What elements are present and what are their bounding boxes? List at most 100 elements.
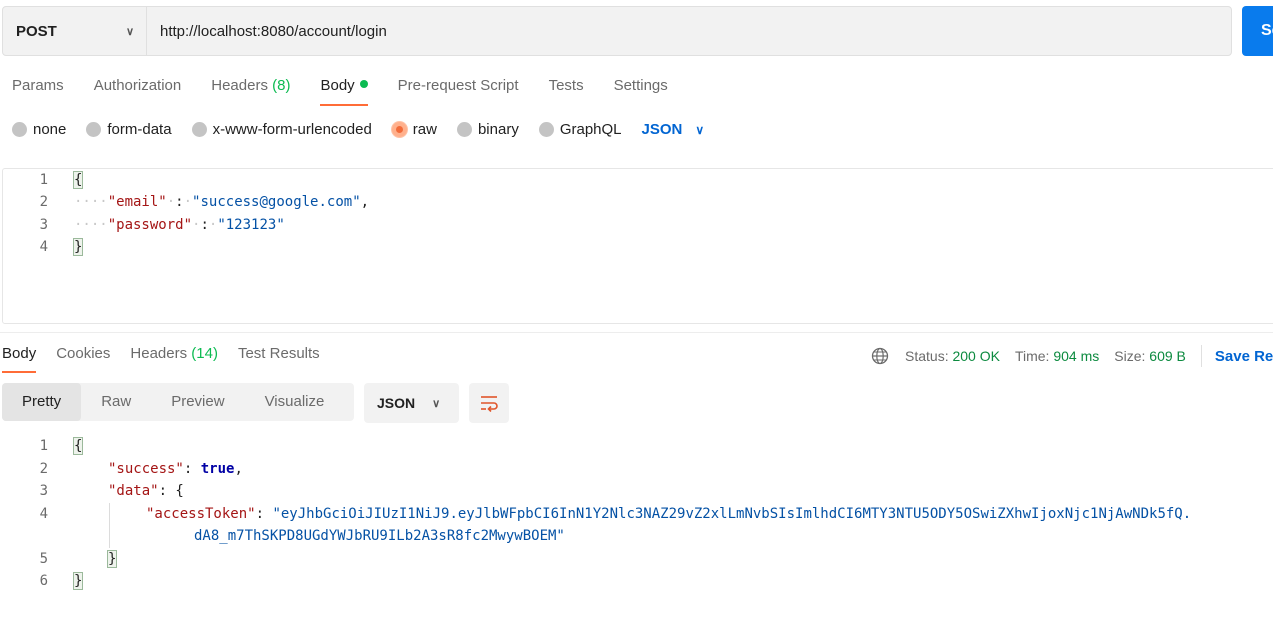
- tab-label: Pre-request Script: [397, 77, 519, 94]
- send-button[interactable]: Send: [1242, 6, 1273, 56]
- chevron-down-icon: ∨: [432, 397, 441, 410]
- tab-response-headers[interactable]: Headers (14): [130, 345, 218, 373]
- success-value: true: [200, 461, 235, 477]
- open-brace: {: [72, 437, 84, 455]
- radio-form-data[interactable]: form-data: [86, 121, 172, 138]
- code-line: {: [72, 169, 84, 191]
- time-label: Time:: [1014, 348, 1050, 364]
- tab-test-results[interactable]: Test Results: [238, 345, 320, 373]
- chevron-down-icon: ∨: [695, 122, 705, 137]
- radio-label: none: [33, 121, 67, 138]
- radio-button[interactable]: [538, 122, 554, 137]
- code-line: ····"email"·:·"success@google.com",: [74, 194, 370, 210]
- tab-label: Body: [320, 77, 355, 94]
- success-key: "success": [108, 461, 184, 477]
- data-key: "data": [108, 483, 159, 499]
- tab-label: Authorization: [93, 77, 182, 94]
- radio-button[interactable]: [191, 122, 207, 137]
- time-info[interactable]: Time: 904 ms: [1015, 348, 1099, 364]
- tab-tests[interactable]: Tests: [549, 76, 584, 106]
- tab-body[interactable]: Body: [320, 76, 368, 106]
- code-line: }: [72, 570, 84, 592]
- radio-label: binary: [477, 121, 519, 138]
- line-number: 4: [39, 506, 48, 522]
- request-tabs: Params Authorization Headers (8) Body Pr…: [12, 76, 698, 106]
- size-info[interactable]: Size: 609 B: [1114, 348, 1186, 364]
- line-number: 1: [39, 172, 48, 188]
- size-label: Size:: [1114, 348, 1146, 364]
- code-line: "accessToken": "eyJhbGciOiJIUzI1NiJ9.eyJ…: [146, 506, 1192, 522]
- access-token-value-part2: dA8_m7ThSKPD8UGdYWJbRU9ILb2A3sR8fc2MwywB…: [194, 528, 565, 544]
- radio-button[interactable]: [12, 122, 27, 137]
- method-label: POST: [16, 22, 57, 40]
- radio-label: raw: [412, 121, 437, 138]
- view-tab-pretty[interactable]: Pretty: [2, 383, 82, 421]
- request-url-bar: POST ∨ http://localhost:8080/account/log…: [2, 6, 1232, 56]
- status-label: Status:: [905, 348, 949, 364]
- line-number: 3: [39, 217, 48, 233]
- indent-guide: [109, 503, 110, 548]
- tab-authorization[interactable]: Authorization: [94, 76, 182, 106]
- chevron-down-icon: ∨: [125, 25, 134, 38]
- view-tab-preview[interactable]: Preview: [151, 383, 244, 421]
- email-value: "success@google.com": [192, 194, 361, 210]
- divider: [1200, 345, 1202, 367]
- view-tab-raw[interactable]: Raw: [81, 383, 151, 421]
- tab-response-body[interactable]: Body: [2, 345, 37, 373]
- radio-button-selected[interactable]: [391, 122, 407, 137]
- url-text: http://localhost:8080/account/login: [160, 22, 387, 40]
- tab-label: Params: [12, 77, 64, 94]
- response-format-select[interactable]: JSON ∨: [364, 383, 459, 423]
- radio-graphql[interactable]: GraphQL: [538, 121, 622, 138]
- save-response-button[interactable]: Save Response: [1215, 348, 1273, 365]
- tab-pre-request-script[interactable]: Pre-request Script: [398, 76, 519, 106]
- format-label: JSON: [377, 395, 416, 411]
- tab-label: Body: [2, 345, 37, 362]
- status-info[interactable]: Status: 200 OK: [905, 348, 1000, 364]
- response-header-bar: Body Cookies Headers (14) Test Results S…: [0, 332, 1273, 373]
- radio-urlencoded[interactable]: x-www-form-urlencoded: [191, 121, 372, 138]
- headers-count: (8): [272, 77, 291, 94]
- code-line: dA8_m7ThSKPD8UGdYWJbRU9ILb2A3sR8fc2MwywB…: [194, 525, 565, 547]
- view-tab-visualize[interactable]: Visualize: [245, 383, 345, 421]
- tab-params[interactable]: Params: [12, 76, 64, 106]
- globe-icon[interactable]: [871, 347, 889, 365]
- tab-label: Settings: [613, 77, 668, 94]
- open-brace: {: [72, 171, 84, 189]
- password-value: "123123": [217, 217, 285, 233]
- method-select[interactable]: POST ∨: [3, 7, 147, 55]
- response-view-tabs: Pretty Raw Preview Visualize: [2, 383, 354, 421]
- access-token-value-part1: "eyJhbGciOiJIUzI1NiJ9.eyJlbWFpbCI6InN1Y2…: [272, 506, 1192, 522]
- code-line: }: [72, 236, 84, 258]
- line-number: 5: [39, 551, 48, 567]
- radio-button[interactable]: [456, 122, 472, 137]
- close-brace: }: [72, 238, 84, 256]
- body-type-options: none form-data x-www-form-urlencoded raw…: [12, 121, 704, 138]
- size-value: 609 B: [1149, 348, 1186, 364]
- tab-settings[interactable]: Settings: [614, 76, 668, 106]
- radio-none[interactable]: none: [12, 121, 66, 138]
- tab-cookies[interactable]: Cookies: [56, 345, 110, 373]
- close-brace: }: [72, 572, 84, 590]
- line-number: 4: [39, 239, 48, 255]
- tab-label: Test Results: [237, 345, 320, 362]
- radio-binary[interactable]: binary: [456, 121, 519, 138]
- line-number: 1: [39, 438, 48, 454]
- code-line: "data": {: [108, 483, 184, 499]
- send-label: Send: [1261, 22, 1273, 39]
- line-number: 2: [39, 461, 48, 477]
- line-number: 2: [39, 194, 48, 210]
- tab-label: Tests: [548, 77, 584, 94]
- wrap-lines-icon: [481, 396, 498, 412]
- response-tabs: Body Cookies Headers (14) Test Results: [2, 345, 340, 373]
- body-language-select[interactable]: JSON ∨: [642, 121, 705, 138]
- wrap-lines-button[interactable]: [469, 383, 509, 423]
- radio-button[interactable]: [86, 122, 102, 137]
- email-key: "email": [107, 194, 167, 210]
- code-line: {: [72, 435, 84, 457]
- tab-label: Cookies: [56, 345, 111, 362]
- tab-headers[interactable]: Headers (8): [211, 76, 290, 106]
- url-input[interactable]: http://localhost:8080/account/login: [147, 7, 1231, 55]
- radio-raw[interactable]: raw: [391, 121, 437, 138]
- body-indicator-dot: [359, 80, 368, 88]
